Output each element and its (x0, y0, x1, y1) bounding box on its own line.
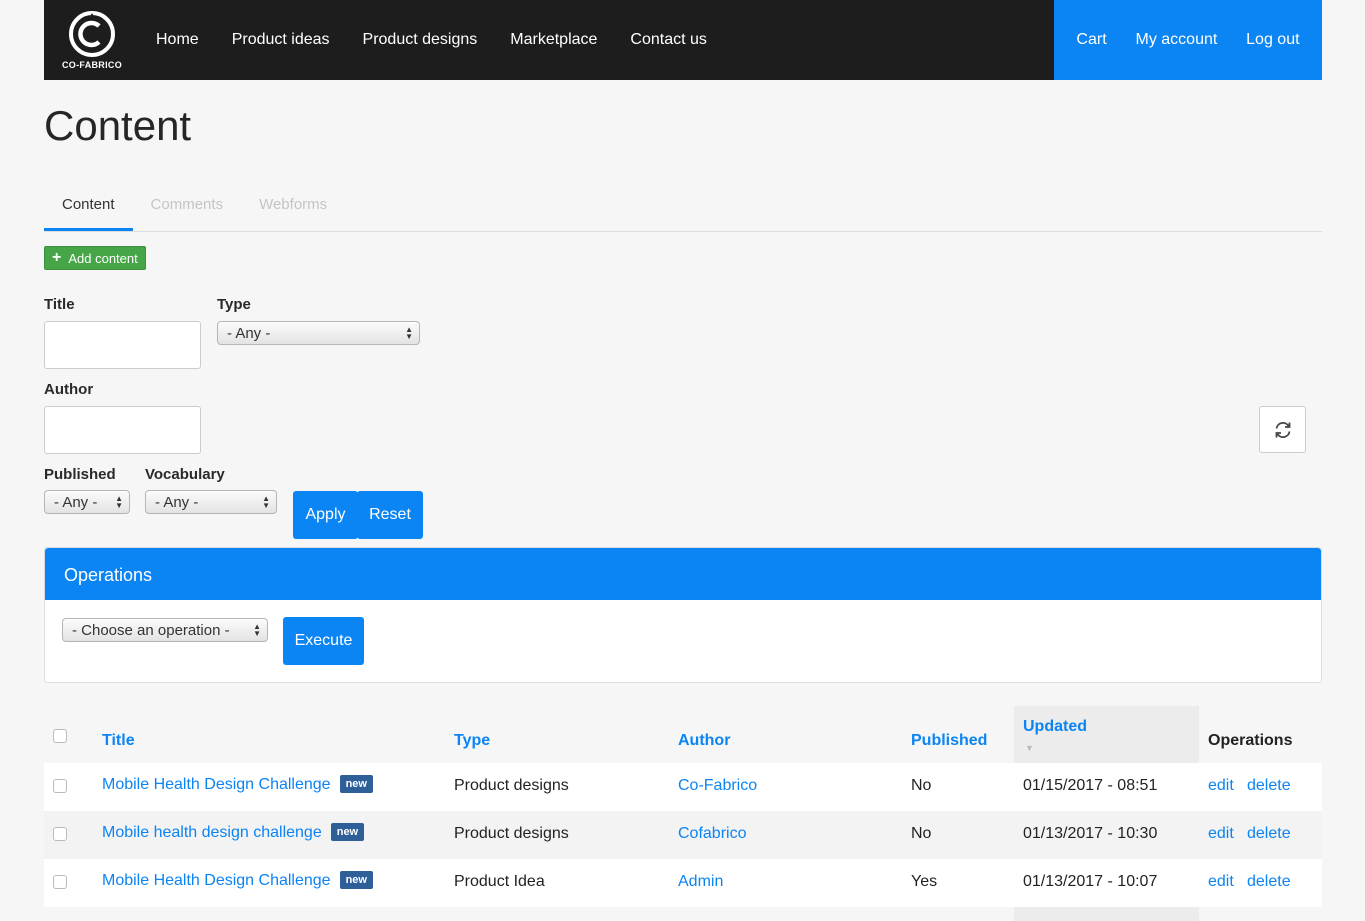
published-filter-value: - Any - (54, 493, 98, 511)
row-updated: 01/13/2017 - 10:30 (1023, 825, 1158, 842)
nav-my-account[interactable]: My account (1136, 31, 1218, 49)
row-author-link[interactable]: Admin (678, 873, 723, 891)
page-title: Content (44, 102, 192, 149)
row-delete-link[interactable]: delete (1247, 873, 1291, 891)
header-type[interactable]: Type (454, 732, 490, 750)
table-row: Mobile Health Design Challenge new Produc… (44, 859, 1322, 907)
new-badge: new (339, 775, 373, 793)
vocabulary-filter-select[interactable]: - Any - ▲ ▼ (145, 490, 277, 514)
type-filter-value: - Any - (227, 324, 271, 342)
row-title-link[interactable]: Mobile Health Design Challenge (102, 776, 331, 793)
operation-select[interactable]: - Choose an operation - ▲ ▼ (62, 618, 268, 642)
header-title[interactable]: Title (102, 732, 135, 750)
vocabulary-filter-label: Vocabulary (145, 466, 225, 483)
select-all-checkbox[interactable] (53, 729, 67, 743)
row-updated: 01/15/2017 - 08:51 (1023, 777, 1158, 794)
published-filter-label: Published (44, 466, 116, 483)
new-badge: new (330, 823, 365, 841)
nav-marketplace[interactable]: Marketplace (510, 31, 597, 49)
execute-button[interactable]: Execute (283, 617, 364, 665)
type-filter-select[interactable]: - Any - ▲ ▼ (217, 321, 420, 345)
published-filter-select[interactable]: - Any - ▲ ▼ (44, 490, 130, 514)
account-nav: Cart My account Log out (1054, 0, 1322, 80)
row-type: Product designs (454, 777, 569, 794)
apply-button[interactable]: Apply (293, 491, 358, 539)
tab-webforms[interactable]: Webforms (241, 182, 345, 231)
row-edit-link[interactable]: edit (1208, 777, 1234, 795)
table-row: Mobile Health Design Challenge new Produc… (44, 763, 1322, 811)
cofabrico-logo-icon (69, 11, 115, 57)
row-type: Product designs (454, 825, 569, 842)
row-published: Yes (911, 873, 938, 890)
content-tabs: Content Comments Webforms (44, 182, 1322, 232)
row-updated: 01/13/2017 - 10:07 (1023, 873, 1158, 890)
vocabulary-filter-value: - Any - (155, 493, 199, 511)
table-row: Mobile health design challenge new Produc… (44, 811, 1322, 859)
tab-comments[interactable]: Comments (133, 182, 242, 231)
row-author-link[interactable]: Cofabrico (678, 825, 746, 843)
row-title-link[interactable]: Mobile Health Design Challenge (102, 872, 331, 889)
header-updated[interactable]: Updated (1023, 718, 1087, 736)
add-content-button[interactable]: + Add content (44, 246, 146, 270)
select-arrows-icon: ▲ ▼ (115, 494, 123, 510)
content-table: Title Type Author Published Updated ▼ Op… (44, 706, 1322, 921)
operations-title: Operations (45, 548, 1321, 600)
header-author[interactable]: Author (678, 732, 730, 750)
nav-product-designs[interactable]: Product designs (363, 31, 478, 49)
title-filter-label: Title (44, 296, 75, 313)
logo-text: CO-FABRICO (62, 60, 122, 70)
nav-log-out[interactable]: Log out (1246, 31, 1299, 49)
row-title-link[interactable]: Mobile health design challenge (102, 824, 322, 841)
header-operations: Operations (1208, 732, 1293, 749)
operations-panel: Operations (44, 547, 1322, 683)
author-filter-label: Author (44, 381, 94, 398)
site-logo[interactable]: CO-FABRICO (44, 0, 140, 80)
new-badge: new (339, 871, 373, 889)
header-published[interactable]: Published (911, 732, 987, 750)
row-edit-link[interactable]: edit (1208, 825, 1234, 843)
sort-desc-icon: ▼ (1025, 743, 1034, 753)
title-filter-input[interactable] (44, 321, 201, 369)
row-published: No (911, 825, 932, 842)
nav-contact-us[interactable]: Contact us (630, 31, 706, 49)
row-checkbox[interactable] (53, 875, 67, 889)
nav-home[interactable]: Home (156, 31, 199, 49)
nav-product-ideas[interactable]: Product ideas (232, 31, 330, 49)
row-checkbox[interactable] (53, 827, 67, 841)
tab-content[interactable]: Content (44, 182, 133, 231)
top-navbar: CO-FABRICO Home Product ideas Product de… (44, 0, 1322, 80)
row-delete-link[interactable]: delete (1247, 825, 1291, 843)
select-arrows-icon: ▲ ▼ (253, 622, 261, 638)
type-filter-label: Type (217, 296, 251, 313)
add-content-label: Add content (68, 250, 138, 266)
operation-select-value: - Choose an operation - (72, 621, 230, 639)
plus-icon: + (52, 249, 62, 266)
row-published: No (911, 777, 932, 794)
table-header-row: Title Type Author Published Updated ▼ Op… (44, 706, 1322, 763)
select-arrows-icon: ▲ ▼ (262, 494, 270, 510)
row-edit-link[interactable]: edit (1208, 873, 1234, 891)
row-author-link[interactable]: Co-Fabrico (678, 777, 757, 795)
refresh-icon (1275, 421, 1290, 438)
author-filter-input[interactable] (44, 406, 201, 454)
reset-button[interactable]: Reset (357, 491, 423, 539)
main-nav: Home Product ideas Product designs Marke… (156, 31, 740, 49)
row-type: Product Idea (454, 873, 545, 890)
nav-cart[interactable]: Cart (1076, 31, 1106, 49)
refresh-button[interactable] (1259, 406, 1306, 453)
row-checkbox[interactable] (53, 779, 67, 793)
row-delete-link[interactable]: delete (1247, 777, 1291, 795)
select-arrows-icon: ▲ ▼ (405, 325, 413, 341)
